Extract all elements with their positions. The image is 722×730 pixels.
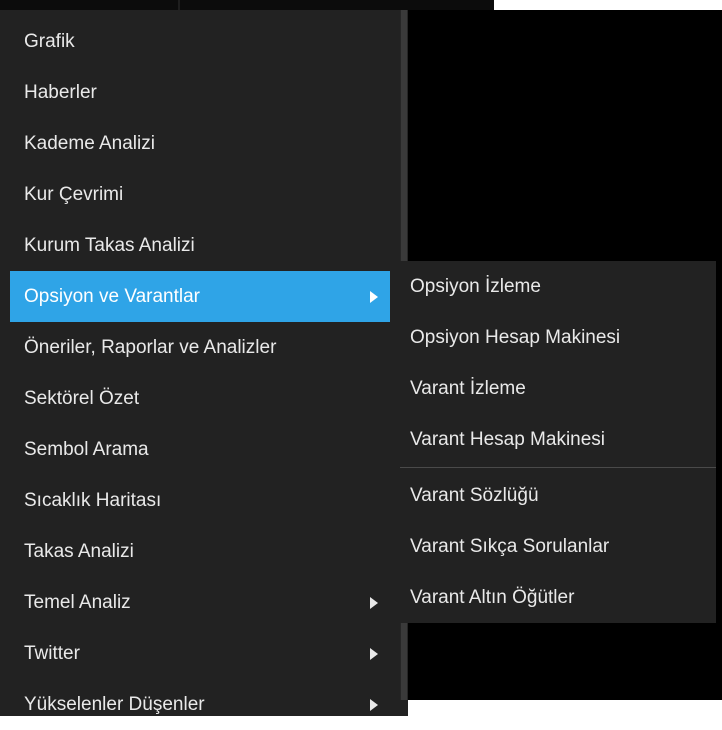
submenu-item-varant-hesap-makinesi[interactable]: Varant Hesap Makinesi bbox=[400, 414, 716, 465]
menu-item-grafik[interactable]: Grafik bbox=[10, 16, 390, 67]
menu-item-kademe-analizi[interactable]: Kademe Analizi bbox=[10, 118, 390, 169]
menu-item-label: Sıcaklık Haritası bbox=[24, 490, 162, 511]
menu-item-oneriler-raporlar[interactable]: Öneriler, Raporlar ve Analizler bbox=[10, 322, 390, 373]
menu-item-sicaklik-haritasi[interactable]: Sıcaklık Haritası bbox=[10, 475, 390, 526]
submenu-item-varant-altin-ogutler[interactable]: Varant Altın Öğütler bbox=[400, 572, 716, 623]
menu-item-label: Twitter bbox=[24, 643, 80, 664]
top-toolbar-strip bbox=[0, 0, 494, 10]
submenu-item-varant-sozlugu[interactable]: Varant Sözlüğü bbox=[400, 470, 716, 521]
submenu-item-label: Varant Sıkça Sorulanlar bbox=[410, 536, 610, 557]
menu-item-opsiyon-ve-varantlar[interactable]: Opsiyon ve Varantlar bbox=[10, 271, 390, 322]
menu-item-yukselenler-dusenler[interactable]: Yükselenler Düşenler bbox=[10, 679, 390, 730]
menu-item-kurum-takas-analizi[interactable]: Kurum Takas Analizi bbox=[10, 220, 390, 271]
menu-item-label: Temel Analiz bbox=[24, 592, 131, 613]
submenu-item-opsiyon-hesap-makinesi[interactable]: Opsiyon Hesap Makinesi bbox=[400, 312, 716, 363]
menu-item-label: Sektörel Özet bbox=[24, 388, 140, 409]
submenu-item-label: Varant Altın Öğütler bbox=[410, 587, 575, 608]
submenu-item-label: Varant Hesap Makinesi bbox=[410, 429, 606, 450]
submenu-item-varant-sikca-sorulanlar[interactable]: Varant Sıkça Sorulanlar bbox=[400, 521, 716, 572]
submenu-item-label: Opsiyon İzleme bbox=[410, 276, 541, 297]
menu-item-takas-analizi[interactable]: Takas Analizi bbox=[10, 526, 390, 577]
menu-item-label: Opsiyon ve Varantlar bbox=[24, 286, 201, 307]
menu-item-label: Öneriler, Raporlar ve Analizler bbox=[24, 337, 277, 358]
menu-item-haberler[interactable]: Haberler bbox=[10, 67, 390, 118]
menu-item-label: Kur Çevrimi bbox=[24, 184, 124, 205]
submenu-item-varant-izleme[interactable]: Varant İzleme bbox=[400, 363, 716, 414]
menu-item-label: Kademe Analizi bbox=[24, 133, 155, 154]
submenu-item-label: Varant Sözlüğü bbox=[410, 485, 539, 506]
submenu-arrow-icon bbox=[370, 647, 378, 660]
menu-item-label: Sembol Arama bbox=[24, 439, 149, 460]
submenu-arrow-icon bbox=[370, 596, 378, 609]
menu-item-label: Grafik bbox=[24, 31, 75, 52]
toolbar-divider bbox=[178, 0, 180, 10]
submenu-arrow-icon bbox=[370, 290, 378, 303]
submenu-arrow-icon bbox=[370, 698, 378, 711]
submenu-item-label: Varant İzleme bbox=[410, 378, 526, 399]
menu-item-label: Kurum Takas Analizi bbox=[24, 235, 195, 256]
menu-item-twitter[interactable]: Twitter bbox=[10, 628, 390, 679]
submenu-item-label: Opsiyon Hesap Makinesi bbox=[410, 327, 621, 348]
menu-item-kur-cevrimi[interactable]: Kur Çevrimi bbox=[10, 169, 390, 220]
menu-item-label: Haberler bbox=[24, 82, 97, 103]
menu-item-sektorel-ozet[interactable]: Sektörel Özet bbox=[10, 373, 390, 424]
menu-item-label: Yükselenler Düşenler bbox=[24, 694, 205, 715]
menu-item-label: Takas Analizi bbox=[24, 541, 134, 562]
submenu-opsiyon-ve-varantlar: Opsiyon İzleme Opsiyon Hesap Makinesi Va… bbox=[400, 261, 716, 623]
menu-item-sembol-arama[interactable]: Sembol Arama bbox=[10, 424, 390, 475]
submenu-item-opsiyon-izleme[interactable]: Opsiyon İzleme bbox=[400, 261, 716, 312]
menu-item-temel-analiz[interactable]: Temel Analiz bbox=[10, 577, 390, 628]
main-menu: Grafik Haberler Kademe Analizi Kur Çevri… bbox=[0, 10, 408, 716]
submenu-divider bbox=[400, 467, 716, 468]
